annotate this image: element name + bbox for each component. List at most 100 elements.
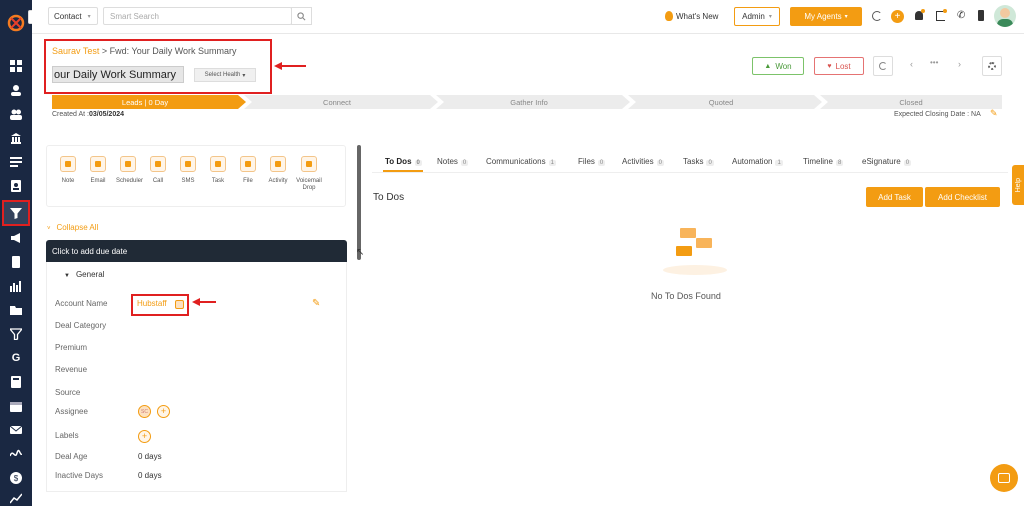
my-agents-label: My Agents	[804, 12, 842, 21]
quick-action-file[interactable]: File	[236, 156, 260, 185]
contact-card-icon[interactable]	[8, 178, 24, 194]
quick-action-scheduler[interactable]: Scheduler	[116, 156, 143, 185]
my-agents-button[interactable]: My Agents ▾	[790, 7, 862, 26]
stage-closed-label: Closed	[899, 97, 923, 107]
empty-state-text: No To Dos Found	[651, 291, 721, 301]
add-task-button[interactable]: Add Task	[866, 187, 923, 207]
thumbs-down-icon: ♥	[827, 62, 832, 70]
deal-age-value: 0 days	[138, 452, 162, 461]
signature-icon[interactable]	[8, 446, 24, 462]
tab-esignature[interactable]: eSignature 0	[862, 157, 912, 166]
dollar-icon[interactable]: $	[8, 470, 24, 486]
tab-notes[interactable]: Notes 0	[437, 157, 469, 166]
quick-action-task[interactable]: Task	[206, 156, 230, 185]
edit-details-icon[interactable]: ✎	[312, 298, 320, 309]
select-health-dropdown[interactable]: Select Health ▾	[194, 68, 256, 82]
chat-widget-button[interactable]	[990, 464, 1018, 492]
role-select[interactable]: Admin ▾	[734, 7, 780, 26]
annotation-arrow	[274, 62, 306, 70]
analytics-icon[interactable]	[8, 490, 24, 506]
calendar-icon[interactable]	[8, 398, 24, 414]
collapse-all-toggle[interactable]: ˅ Collapse All	[47, 223, 98, 232]
search-input[interactable]: Smart Search	[103, 7, 292, 25]
mouse-cursor: ↖	[356, 247, 365, 258]
collapse-all-label: Collapse All	[56, 223, 99, 232]
dashboard-icon[interactable]	[8, 58, 24, 74]
refresh-icon[interactable]	[872, 11, 882, 21]
quick-action-call[interactable]: Call	[146, 156, 170, 185]
users-icon[interactable]	[8, 106, 24, 122]
add-checklist-button[interactable]: Add Checklist	[925, 187, 1000, 207]
quick-action-note[interactable]: Note	[56, 156, 80, 185]
due-date-bar[interactable]: Click to add due date	[46, 240, 347, 262]
calculator-icon[interactable]	[8, 374, 24, 390]
account-name-label: Account Name	[55, 299, 108, 308]
stage-quoted-label: Quoted	[708, 97, 734, 107]
google-icon[interactable]: G	[8, 350, 24, 366]
mobile-icon[interactable]	[978, 10, 984, 21]
sync-button[interactable]	[873, 56, 893, 76]
folder-icon[interactable]	[8, 302, 24, 318]
reports-icon[interactable]	[8, 278, 24, 294]
quick-action-activity[interactable]: Activity	[266, 156, 290, 185]
tab-tasks[interactable]: Tasks 0	[683, 157, 714, 166]
left-sidebar: G $	[0, 0, 32, 506]
tab-communications[interactable]: Communications 1	[486, 157, 556, 166]
general-section-header[interactable]: ▼ General	[64, 270, 104, 279]
document-icon[interactable]	[8, 254, 24, 270]
add-assignee-button[interactable]: +	[157, 405, 170, 418]
annotation-arrow	[192, 298, 216, 306]
chat-icon	[998, 473, 1010, 483]
svg-text:$: $	[14, 474, 19, 483]
avatar[interactable]	[994, 5, 1016, 27]
whats-new-link[interactable]: What's New	[665, 11, 718, 21]
contacts-icon[interactable]	[8, 82, 24, 98]
tab-automation[interactable]: Automation 1	[732, 157, 783, 166]
company-icon[interactable]	[8, 130, 24, 146]
tab-todos[interactable]: To Dos 0	[385, 157, 422, 166]
account-name-link[interactable]: Hubstaff	[137, 299, 167, 308]
breadcrumb-root[interactable]: Saurav Test	[52, 46, 99, 56]
funnel-outline-icon[interactable]	[8, 326, 24, 342]
settings-button[interactable]	[982, 56, 1002, 76]
add-label-button[interactable]: +	[138, 430, 151, 443]
quick-action-sms[interactable]: SMS	[176, 156, 200, 185]
app-logo-icon[interactable]	[7, 14, 25, 32]
notification-dot	[921, 9, 925, 13]
panel-splitter[interactable]	[357, 145, 361, 260]
help-tab[interactable]: Help	[1012, 165, 1024, 205]
edit-closing-date-icon[interactable]: ✎	[990, 108, 998, 119]
expected-closing-date: Expected Closing Date : NA	[894, 111, 981, 118]
module-select[interactable]: Contact ▾	[48, 7, 98, 25]
tab-files[interactable]: Files 0	[578, 157, 606, 166]
search-button[interactable]	[291, 7, 312, 25]
lost-button[interactable]: ♥ Lost	[814, 57, 864, 75]
add-icon[interactable]: +	[891, 10, 904, 23]
inactive-days-label: Inactive Days	[55, 471, 104, 480]
tab-timeline[interactable]: Timeline 8	[803, 157, 844, 166]
next-record-button[interactable]: ›	[958, 59, 961, 69]
quick-action-voicemail-drop[interactable]: Voicemail Drop	[294, 156, 324, 192]
breadcrumb-separator: >	[101, 46, 108, 56]
won-button[interactable]: ▲ Won	[752, 57, 804, 75]
prev-record-button[interactable]: ‹	[910, 59, 913, 69]
notification-dot	[943, 9, 947, 13]
sync-icon	[879, 62, 887, 70]
megaphone-icon[interactable]	[8, 230, 24, 246]
assignee-avatar[interactable]: SC	[138, 405, 151, 418]
quick-action-email[interactable]: Email	[86, 156, 110, 185]
list-icon[interactable]	[8, 154, 24, 170]
chevron-down-icon: ▾	[844, 14, 848, 20]
caret-down-icon: ▼	[64, 273, 70, 279]
deal-title-input[interactable]: our Daily Work Summary	[52, 66, 184, 83]
tab-activities[interactable]: Activities 0	[622, 157, 664, 166]
mail-icon[interactable]	[8, 422, 24, 438]
more-options-button[interactable]: •••	[930, 58, 938, 67]
stage-leads-label: Leads | 0 Day	[121, 97, 169, 107]
select-health-label: Select Health	[204, 72, 241, 78]
sidebar-active-deals[interactable]	[2, 200, 30, 226]
company-icon[interactable]	[175, 300, 184, 309]
phone-icon[interactable]: ✆	[957, 11, 965, 21]
won-label: Won	[775, 61, 792, 71]
tabs-divider	[372, 172, 1008, 173]
